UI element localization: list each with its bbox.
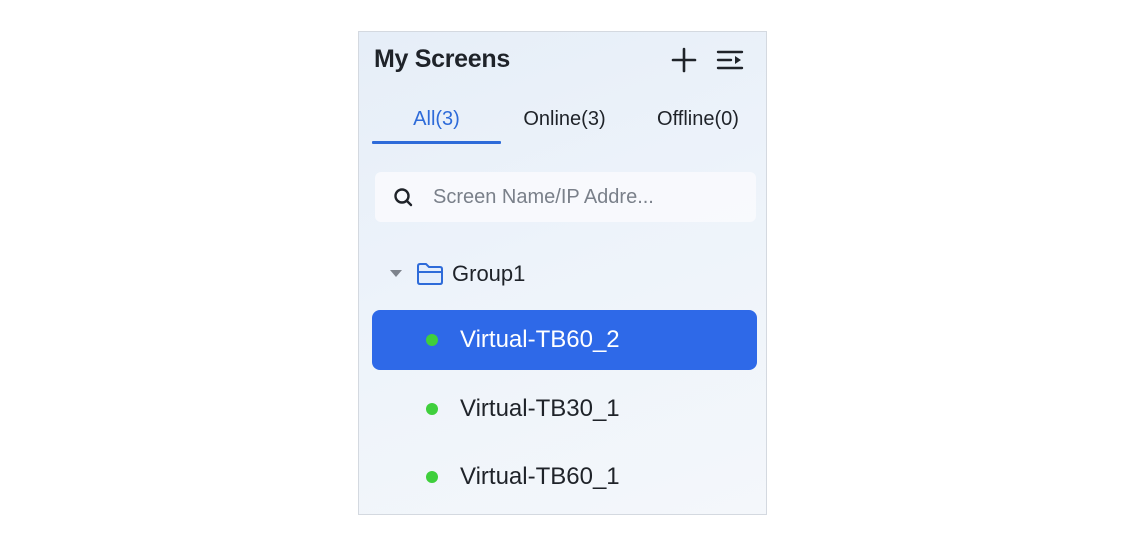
add-screen-button[interactable] xyxy=(670,46,698,74)
online-status-dot xyxy=(426,471,438,483)
online-status-dot xyxy=(426,334,438,346)
caret-down-icon[interactable] xyxy=(390,270,402,277)
tab-all[interactable]: All(3) xyxy=(372,104,501,144)
screen-name: Virtual-TB60_2 xyxy=(460,326,620,353)
search-icon xyxy=(394,188,413,207)
status-tabs: All(3) Online(3) Offline(0) xyxy=(372,104,757,144)
folder-icon xyxy=(417,263,443,285)
screen-item-virtual-tb60-2[interactable]: Virtual-TB60_2 xyxy=(372,310,757,370)
filter-list-icon xyxy=(716,50,744,70)
screen-item-virtual-tb30-1[interactable]: Virtual-TB30_1 xyxy=(372,379,757,439)
filter-list-button[interactable] xyxy=(716,46,744,74)
screen-item-virtual-tb60-1[interactable]: Virtual-TB60_1 xyxy=(372,447,757,507)
online-status-dot xyxy=(426,403,438,415)
screen-name: Virtual-TB60_1 xyxy=(460,463,620,490)
tab-offline[interactable]: Offline(0) xyxy=(639,104,757,144)
screen-name: Virtual-TB30_1 xyxy=(460,395,620,422)
tab-online[interactable]: Online(3) xyxy=(512,104,617,144)
plus-icon xyxy=(671,47,697,73)
my-screens-panel: My Screens All(3) Online(3) Offline(0) S… xyxy=(358,31,767,515)
panel-title: My Screens xyxy=(374,45,510,73)
search-box xyxy=(375,172,756,222)
search-input[interactable] xyxy=(433,180,743,214)
group-label: Group1 xyxy=(452,261,526,286)
group-row[interactable]: Group1 xyxy=(372,254,757,294)
